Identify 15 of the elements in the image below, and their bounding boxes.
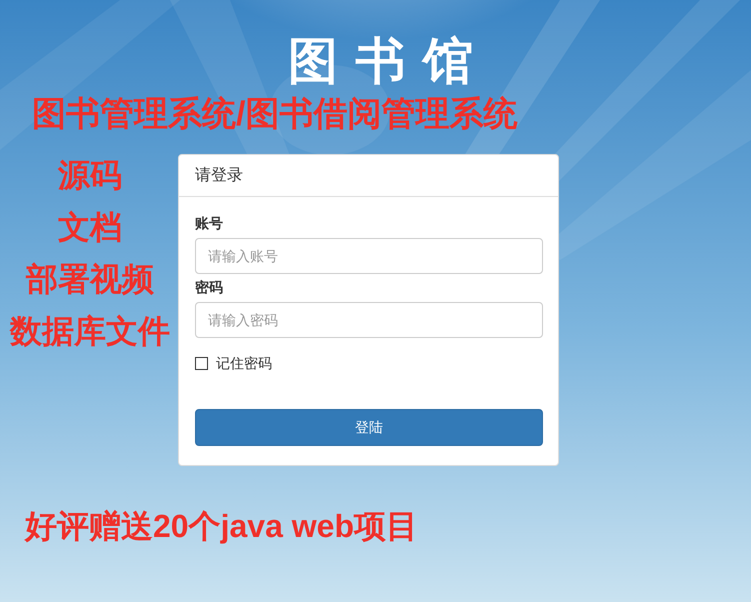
remember-label: 记住密码	[216, 354, 272, 373]
promo-footer: 好评赠送20个java web项目	[25, 506, 418, 546]
field-label: 密码	[195, 278, 223, 297]
input-field[interactable]: 请输入账号	[195, 238, 543, 274]
promo-feature: 部署视频	[26, 260, 154, 298]
promo-feature: 文档	[58, 208, 122, 246]
remember-checkbox[interactable]	[195, 357, 208, 370]
site-title: 图 书 馆	[288, 30, 473, 92]
promo-feature: 数据库文件	[10, 312, 170, 350]
promo-headline: 图书管理系统/图书借阅管理系统	[32, 94, 518, 134]
login-button[interactable]: 登陆	[195, 409, 543, 446]
panel-title: 请登录	[195, 166, 243, 186]
input-field[interactable]: 请输入密码	[195, 302, 543, 338]
field-label: 账号	[195, 214, 223, 233]
promo-feature: 源码	[58, 156, 122, 194]
